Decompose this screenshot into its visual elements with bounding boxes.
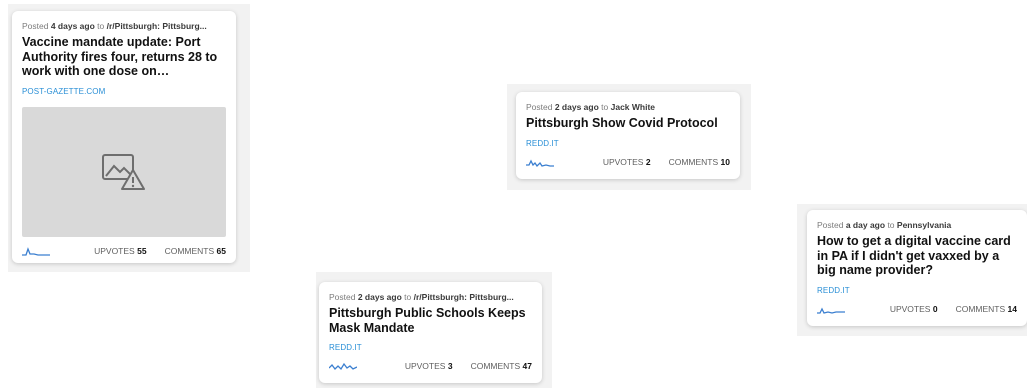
comments-count[interactable]: COMMENTS 47: [471, 361, 532, 371]
post-card[interactable]: Posted a day ago to Pennsylvania How to …: [807, 210, 1027, 326]
post-thumbnail[interactable]: [22, 106, 226, 237]
post-stats: UPVOTES 55 COMMENTS 65: [22, 246, 226, 256]
community-link[interactable]: Pennsylvania: [897, 220, 951, 230]
post-title[interactable]: Pittsburgh Show Covid Protocol: [526, 116, 730, 131]
post-domain-link[interactable]: REDD.IT: [329, 343, 362, 352]
broken-image-icon: [102, 153, 145, 190]
to-label: to: [97, 21, 105, 31]
to-label: to: [404, 292, 412, 302]
post-title[interactable]: How to get a digital vaccine card in PA …: [817, 234, 1017, 278]
post-meta: Posted 4 days ago to /r/Pittsburgh: Pitt…: [22, 20, 226, 32]
sparkline-icon: [817, 307, 845, 314]
post-age: 4 days ago: [50, 21, 95, 31]
post-domain-link[interactable]: REDD.IT: [817, 286, 850, 295]
community-link[interactable]: Jack White: [611, 102, 655, 112]
post-card[interactable]: Posted 4 days ago to /r/Pittsburgh: Pitt…: [12, 11, 236, 263]
community-link[interactable]: /r/Pittsburgh: Pittsburg...: [414, 292, 514, 302]
post-card[interactable]: Posted 2 days ago to /r/Pittsburgh: Pitt…: [319, 282, 542, 383]
to-label: to: [601, 102, 609, 112]
posted-label: Posted: [817, 220, 844, 230]
posted-label: Posted: [329, 292, 356, 302]
upvotes-count: UPVOTES 3: [404, 361, 453, 371]
post-stats: UPVOTES 3 COMMENTS 47: [329, 361, 532, 371]
comments-count[interactable]: COMMENTS 14: [956, 304, 1017, 314]
sparkline-icon: [329, 362, 357, 371]
posted-label: Posted: [526, 102, 553, 112]
post-card[interactable]: Posted 2 days ago to Jack White Pittsbur…: [516, 92, 740, 179]
upvotes-count: UPVOTES 2: [602, 156, 651, 167]
post-age: 2 days ago: [554, 102, 599, 112]
post-domain-link[interactable]: REDD.IT: [526, 139, 559, 148]
post-stats: UPVOTES 0 COMMENTS 14: [817, 304, 1017, 314]
post-stats: UPVOTES 2 COMMENTS 10: [526, 157, 730, 167]
community-link[interactable]: /r/Pittsburgh: Pittsburg...: [107, 21, 207, 31]
post-meta: Posted a day ago to Pennsylvania: [817, 219, 1017, 231]
post-meta: Posted 2 days ago to Jack White: [526, 101, 730, 113]
post-title[interactable]: Pittsburgh Public Schools Keeps Mask Man…: [329, 306, 532, 335]
posted-label: Posted: [22, 21, 49, 31]
post-age: a day ago: [845, 220, 886, 230]
post-meta: Posted 2 days ago to /r/Pittsburgh: Pitt…: [329, 291, 532, 303]
comments-count[interactable]: COMMENTS 10: [669, 157, 730, 167]
comments-count[interactable]: COMMENTS 65: [165, 246, 226, 256]
post-title[interactable]: Vaccine mandate update: Port Authority f…: [22, 35, 226, 79]
sparkline-icon: [526, 159, 554, 167]
post-domain-link[interactable]: POST-GAZETTE.COM: [22, 87, 105, 96]
upvotes-count: UPVOTES 55: [94, 245, 147, 256]
sparkline-icon: [22, 246, 50, 256]
upvotes-count: UPVOTES 0: [889, 303, 938, 314]
to-label: to: [887, 220, 895, 230]
post-age: 2 days ago: [357, 292, 402, 302]
